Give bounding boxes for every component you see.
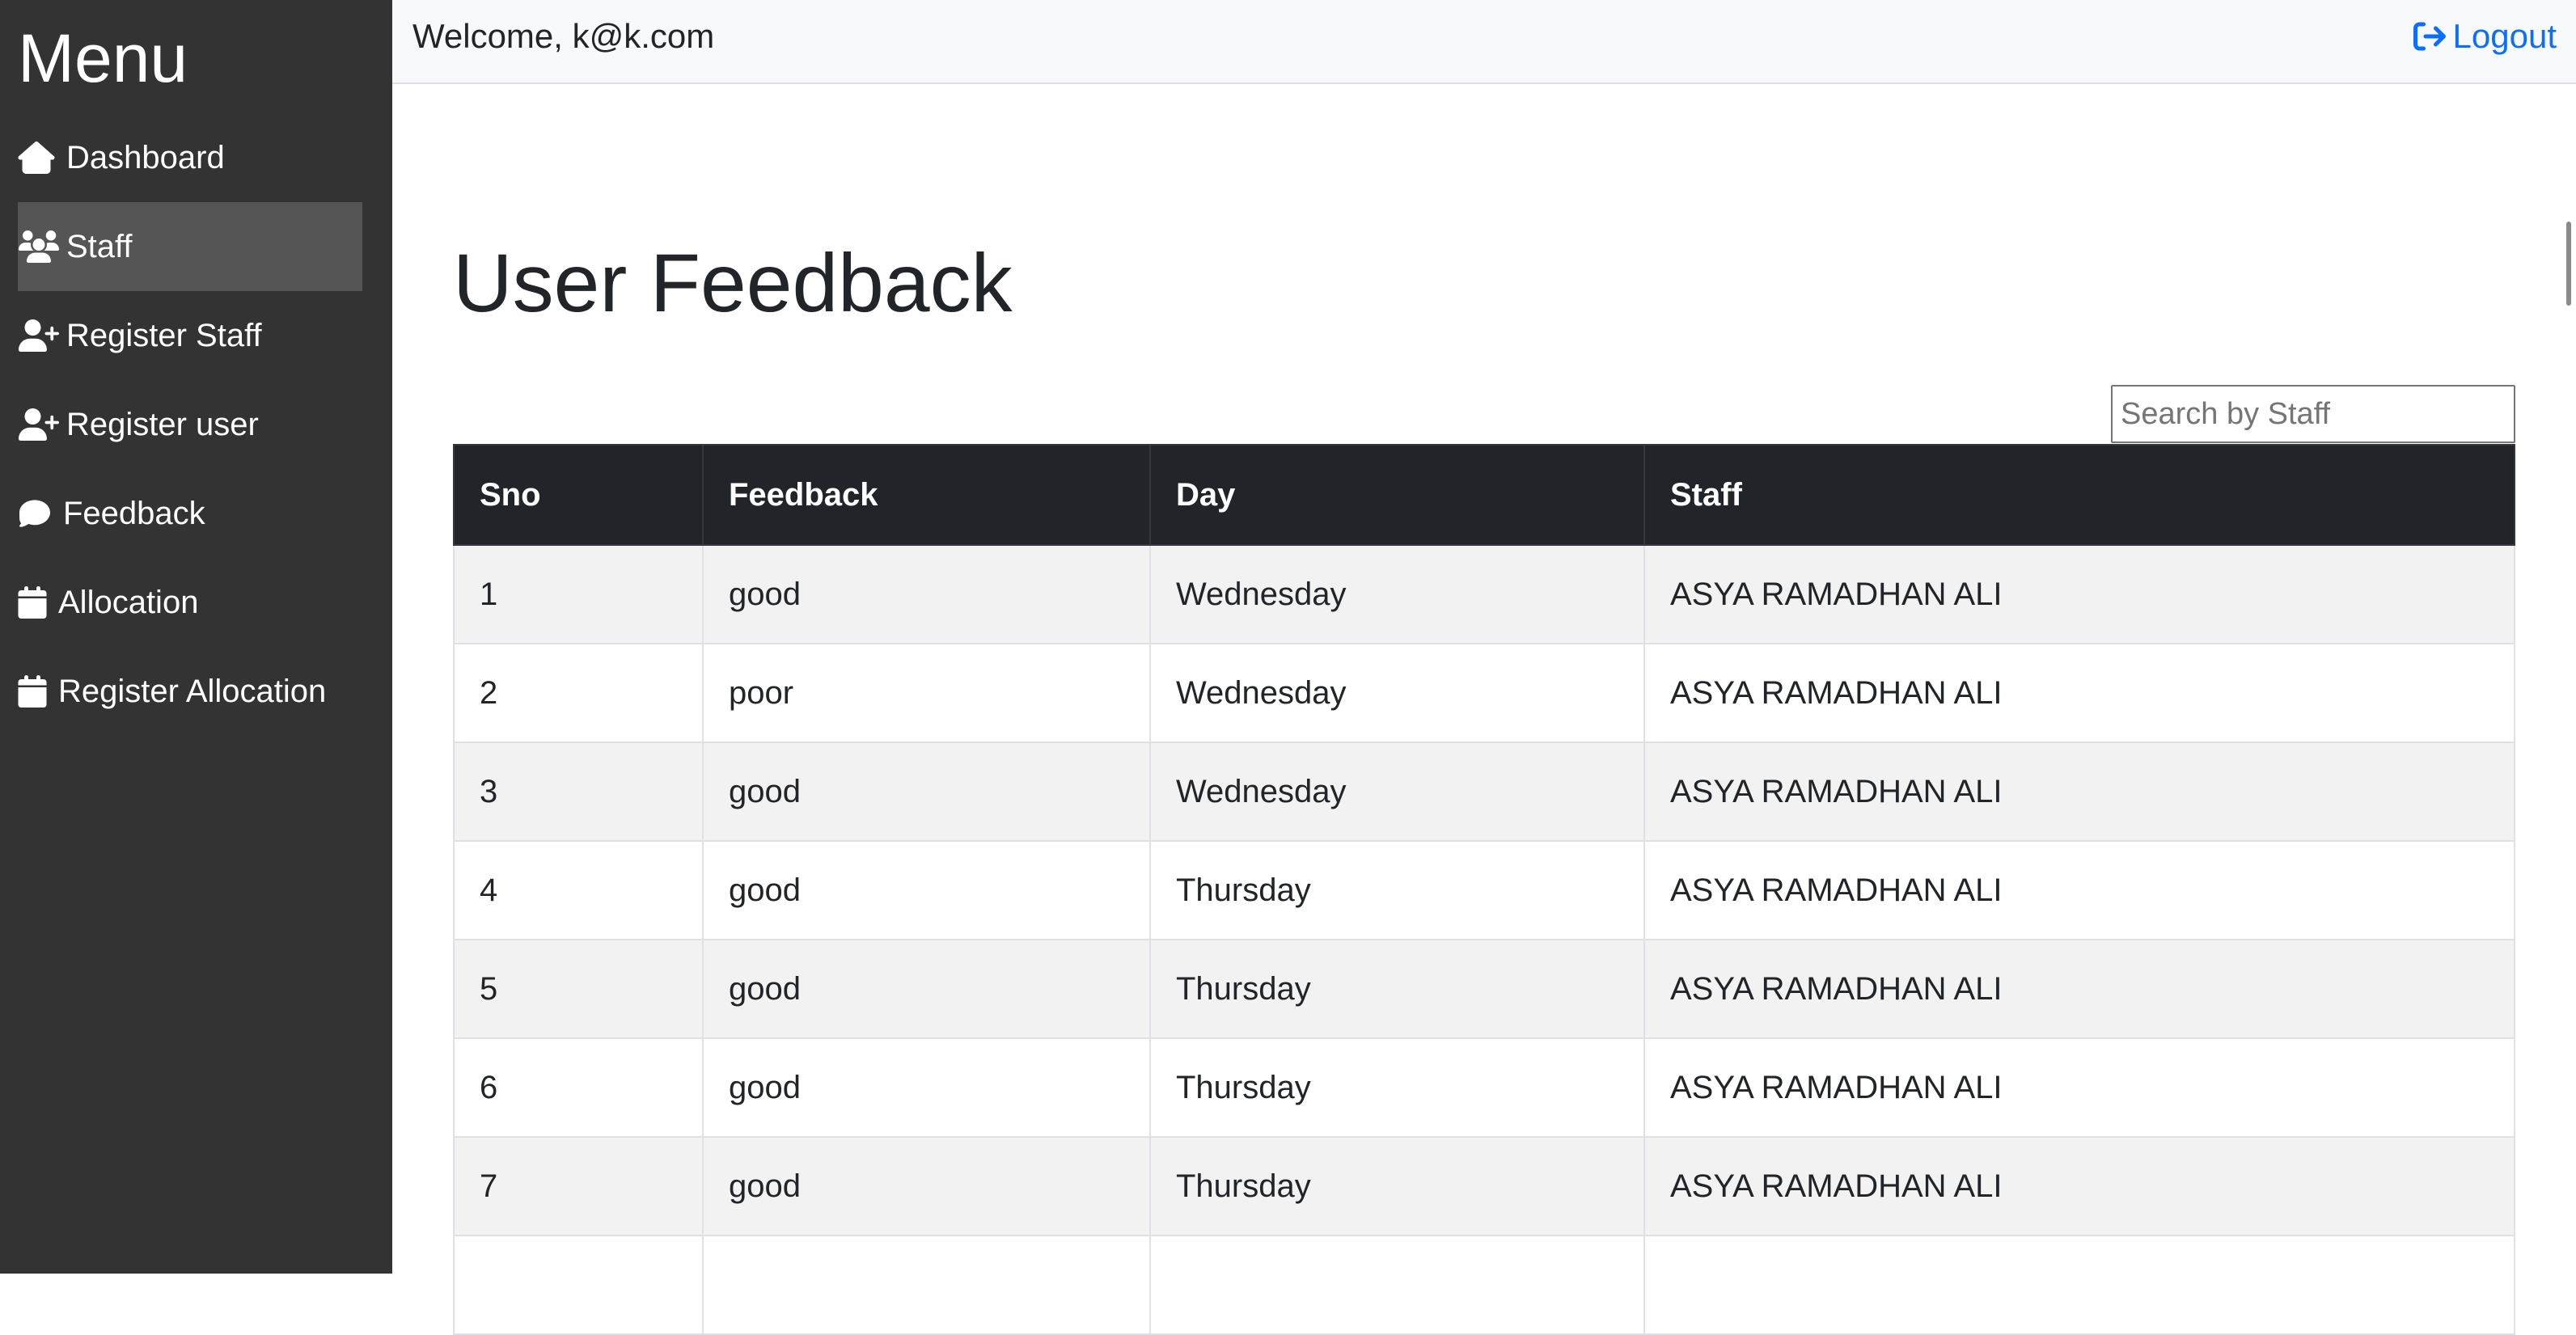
cell-day: Wednesday [1149, 741, 1645, 842]
cell-sno: 1 [453, 544, 704, 644]
scrollbar[interactable] [2558, 84, 2576, 1274]
sidebar: Menu Dashboard Staff Register Staff Regi… [0, 0, 392, 1274]
table-row: 5 good Thursday ASYA RAMADHAN ALI [453, 939, 2515, 1039]
sidebar-item-label: Register Allocation [58, 673, 327, 709]
sidebar-item-label: Register Staff [66, 317, 262, 353]
sign-out-icon [2413, 20, 2453, 53]
sidebar-nav: Dashboard Staff Register Staff Register … [18, 113, 362, 736]
cell-feedback: poor [702, 643, 1151, 743]
cell-sno: 3 [453, 741, 704, 842]
sidebar-item-register-allocation[interactable]: Register Allocation [18, 647, 362, 736]
logout-link[interactable]: Logout [2413, 16, 2557, 57]
cell-staff: ASYA RAMADHAN ALI [1643, 1136, 2515, 1236]
cell-day: Thursday [1149, 1136, 1645, 1236]
table-row: 4 good Thursday ASYA RAMADHAN ALI [453, 840, 2515, 940]
menu-title: Menu [18, 20, 188, 96]
cell-feedback: good [702, 939, 1151, 1039]
cell-staff: ASYA RAMADHAN ALI [1643, 840, 2515, 940]
table-row: 3 good Wednesday ASYA RAMADHAN ALI [453, 741, 2515, 842]
cell-staff [1643, 1235, 2515, 1335]
scrollbar-thumb[interactable] [2566, 222, 2571, 306]
cell-feedback: good [702, 741, 1151, 842]
top-bar: Welcome, k@k.com Logout [392, 0, 2576, 84]
cell-sno: 5 [453, 939, 704, 1039]
calendar-icon [18, 580, 55, 625]
cell-staff: ASYA RAMADHAN ALI [1643, 643, 2515, 743]
home-icon [18, 135, 63, 180]
cell-sno: 7 [453, 1136, 704, 1236]
table-row: 2 poor Wednesday ASYA RAMADHAN ALI [453, 643, 2515, 743]
sidebar-item-dashboard[interactable]: Dashboard [18, 113, 362, 202]
cell-day: Thursday [1149, 840, 1645, 940]
user-plus-icon [18, 402, 63, 447]
column-header-feedback: Feedback [702, 444, 1151, 546]
search-input[interactable] [2111, 385, 2515, 443]
cell-staff: ASYA RAMADHAN ALI [1643, 741, 2515, 842]
sidebar-item-staff[interactable]: Staff [18, 202, 362, 291]
cell-sno: 4 [453, 840, 704, 940]
cell-feedback [702, 1235, 1151, 1335]
column-header-staff: Staff [1643, 444, 2515, 546]
sidebar-item-allocation[interactable]: Allocation [18, 558, 362, 647]
cell-day [1149, 1235, 1645, 1335]
page-title: User Feedback [453, 237, 1013, 329]
logout-label: Logout [2452, 17, 2557, 55]
cell-staff: ASYA RAMADHAN ALI [1643, 939, 2515, 1039]
cell-feedback: good [702, 544, 1151, 644]
table-header-row: Sno Feedback Day Staff [453, 444, 2515, 546]
cell-sno: 2 [453, 643, 704, 743]
cell-staff: ASYA RAMADHAN ALI [1643, 544, 2515, 644]
cell-feedback: good [702, 1037, 1151, 1138]
table-row [453, 1235, 2515, 1335]
table-row: 6 good Thursday ASYA RAMADHAN ALI [453, 1037, 2515, 1138]
sidebar-item-label: Register user [66, 406, 259, 442]
cell-day: Wednesday [1149, 544, 1645, 644]
sidebar-item-register-user[interactable]: Register user [18, 380, 362, 469]
cell-feedback: good [702, 840, 1151, 940]
column-header-day: Day [1149, 444, 1645, 546]
table-row: 7 good Thursday ASYA RAMADHAN ALI [453, 1136, 2515, 1236]
cell-sno: 6 [453, 1037, 704, 1138]
user-plus-icon [18, 313, 63, 358]
sidebar-item-feedback[interactable]: Feedback [18, 469, 362, 558]
cell-sno [453, 1235, 704, 1335]
comment-icon [18, 491, 60, 536]
sidebar-item-register-staff[interactable]: Register Staff [18, 291, 362, 380]
feedback-table: Sno Feedback Day Staff 1 good Wednesday … [453, 444, 2515, 1335]
welcome-text: Welcome, k@k.com [412, 17, 715, 55]
cell-day: Wednesday [1149, 643, 1645, 743]
users-icon [18, 224, 63, 269]
sidebar-item-label: Dashboard [66, 139, 225, 175]
cell-staff: ASYA RAMADHAN ALI [1643, 1037, 2515, 1138]
sidebar-item-label: Allocation [58, 584, 199, 620]
sidebar-item-label: Staff [66, 228, 133, 264]
cell-feedback: good [702, 1136, 1151, 1236]
calendar-icon [18, 669, 55, 714]
cell-day: Thursday [1149, 939, 1645, 1039]
column-header-sno: Sno [453, 444, 704, 546]
cell-day: Thursday [1149, 1037, 1645, 1138]
table-row: 1 good Wednesday ASYA RAMADHAN ALI [453, 544, 2515, 644]
sidebar-item-label: Feedback [63, 495, 205, 531]
